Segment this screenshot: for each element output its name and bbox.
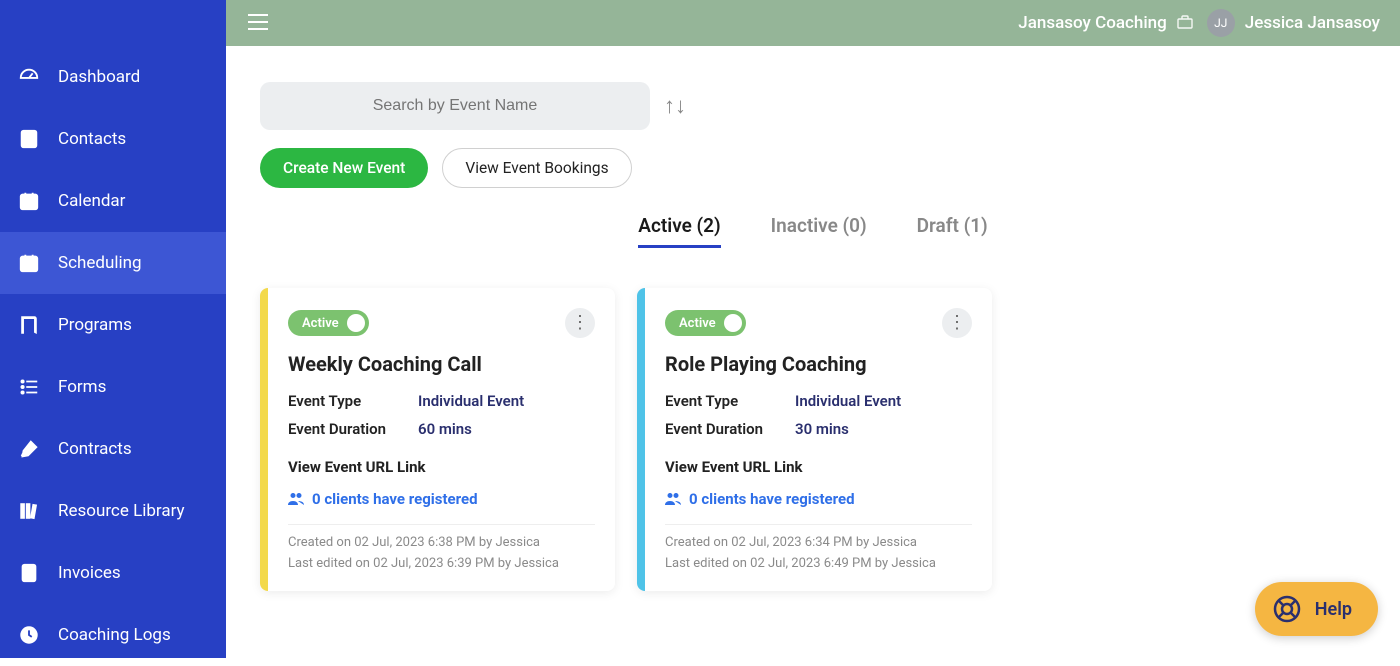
- created-stamp: Created on 02 Jul, 2023 6:38 PM by Jessi…: [288, 533, 595, 554]
- logs-icon: [18, 624, 40, 646]
- sidebar-item-label: Invoices: [58, 563, 121, 583]
- status-label: Active: [679, 316, 716, 331]
- event-type-label: Event Type: [665, 392, 795, 410]
- help-label: Help: [1315, 599, 1352, 620]
- briefcase-icon: [1177, 14, 1193, 33]
- collapse-sidebar-icon[interactable]: [248, 11, 268, 35]
- forms-icon: [18, 376, 40, 398]
- user-name[interactable]: Jessica Jansasoy: [1245, 13, 1380, 33]
- event-cards: Active⋮Weekly Coaching CallEvent TypeInd…: [260, 288, 1366, 591]
- edited-stamp: Last edited on 02 Jul, 2023 6:49 PM by J…: [665, 554, 972, 575]
- sidebar-item-contracts[interactable]: Contracts: [0, 418, 226, 480]
- toggle-knob: [724, 314, 742, 332]
- event-duration-label: Event Duration: [665, 420, 795, 438]
- sidebar-item-invoices[interactable]: Invoices: [0, 542, 226, 604]
- sidebar-item-dashboard[interactable]: Dashboard: [0, 46, 226, 108]
- view-url-link[interactable]: View Event URL Link: [665, 458, 972, 476]
- sidebar-item-label: Coaching Logs: [58, 625, 171, 645]
- event-type-value: Individual Event: [795, 392, 901, 410]
- library-icon: [18, 500, 40, 522]
- event-title: Role Playing Coaching: [665, 352, 972, 376]
- scheduling-icon: [18, 252, 40, 274]
- sidebar-item-label: Scheduling: [58, 253, 142, 273]
- contracts-icon: [18, 438, 40, 460]
- tab-active[interactable]: Active (2): [638, 214, 720, 248]
- view-url-link[interactable]: View Event URL Link: [288, 458, 595, 476]
- sidebar-item-label: Forms: [58, 377, 106, 397]
- card-menu-button[interactable]: ⋮: [565, 308, 595, 338]
- contacts-icon: [18, 128, 40, 150]
- clients-registered-link[interactable]: 0 clients have registered: [665, 490, 972, 508]
- event-type-value: Individual Event: [418, 392, 524, 410]
- sidebar-item-contacts[interactable]: Contacts: [0, 108, 226, 170]
- sidebar-item-resource-library[interactable]: Resource Library: [0, 480, 226, 542]
- sidebar-item-label: Calendar: [58, 191, 125, 211]
- sidebar: Dashboard Contacts Calendar Scheduling Progr…: [0, 0, 226, 658]
- sidebar-item-label: Contracts: [58, 439, 132, 459]
- event-duration-value: 30 mins: [795, 420, 849, 438]
- sidebar-item-forms[interactable]: Forms: [0, 356, 226, 418]
- created-stamp: Created on 02 Jul, 2023 6:34 PM by Jessi…: [665, 533, 972, 554]
- event-type-label: Event Type: [288, 392, 418, 410]
- sidebar-item-calendar[interactable]: Calendar: [0, 170, 226, 232]
- sidebar-item-label: Programs: [58, 315, 132, 335]
- edited-stamp: Last edited on 02 Jul, 2023 6:39 PM by J…: [288, 554, 595, 575]
- people-icon: [665, 492, 681, 506]
- people-icon: [288, 492, 304, 506]
- tab-draft[interactable]: Draft (1): [917, 214, 988, 248]
- create-event-button[interactable]: Create New Event: [260, 148, 428, 188]
- main-content: ↑↓ Create New Event View Event Bookings …: [226, 46, 1400, 658]
- help-button[interactable]: Help: [1255, 582, 1378, 636]
- lifebuoy-icon: [1273, 595, 1301, 623]
- invoices-icon: [18, 562, 40, 584]
- event-duration-label: Event Duration: [288, 420, 418, 438]
- sidebar-item-label: Resource Library: [58, 501, 185, 521]
- event-meta: Event TypeIndividual EventEvent Duration…: [665, 392, 972, 438]
- calendar-icon: [18, 190, 40, 212]
- clients-registered-link[interactable]: 0 clients have registered: [288, 490, 595, 508]
- sidebar-item-coaching-logs[interactable]: Coaching Logs: [0, 604, 226, 666]
- search-input[interactable]: [260, 97, 650, 115]
- event-title: Weekly Coaching Call: [288, 352, 595, 376]
- event-card: Active ⋮ Weekly Coaching Call Event TypeInd…: [260, 288, 615, 591]
- dashboard-icon: [18, 66, 40, 88]
- programs-icon: [18, 314, 40, 336]
- view-bookings-button[interactable]: View Event Bookings: [442, 148, 631, 188]
- sidebar-item-label: Contacts: [58, 129, 126, 149]
- sidebar-item-scheduling[interactable]: Scheduling: [0, 232, 226, 294]
- sort-icon[interactable]: ↑↓: [664, 93, 686, 119]
- card-stripe: [637, 288, 645, 591]
- card-menu-button[interactable]: ⋮: [942, 308, 972, 338]
- card-stripe: [260, 288, 268, 591]
- avatar[interactable]: JJ: [1207, 9, 1235, 37]
- clients-text: 0 clients have registered: [312, 490, 478, 508]
- search-input-wrapper: [260, 82, 650, 130]
- org-name[interactable]: Jansasoy Coaching: [1018, 13, 1166, 33]
- toggle-knob: [347, 314, 365, 332]
- event-card: Active ⋮ Role Playing Coaching Event TypeIn…: [637, 288, 992, 591]
- event-duration-value: 60 mins: [418, 420, 472, 438]
- status-label: Active: [302, 316, 339, 331]
- status-toggle[interactable]: Active: [665, 310, 746, 336]
- tabs: Active (2) Inactive (0) Draft (1): [260, 214, 1366, 248]
- sidebar-item-label: Dashboard: [58, 67, 140, 87]
- status-toggle[interactable]: Active: [288, 310, 369, 336]
- tab-inactive[interactable]: Inactive (0): [771, 214, 867, 248]
- sidebar-item-programs[interactable]: Programs: [0, 294, 226, 356]
- event-meta: Event TypeIndividual EventEvent Duration…: [288, 392, 595, 438]
- clients-text: 0 clients have registered: [689, 490, 855, 508]
